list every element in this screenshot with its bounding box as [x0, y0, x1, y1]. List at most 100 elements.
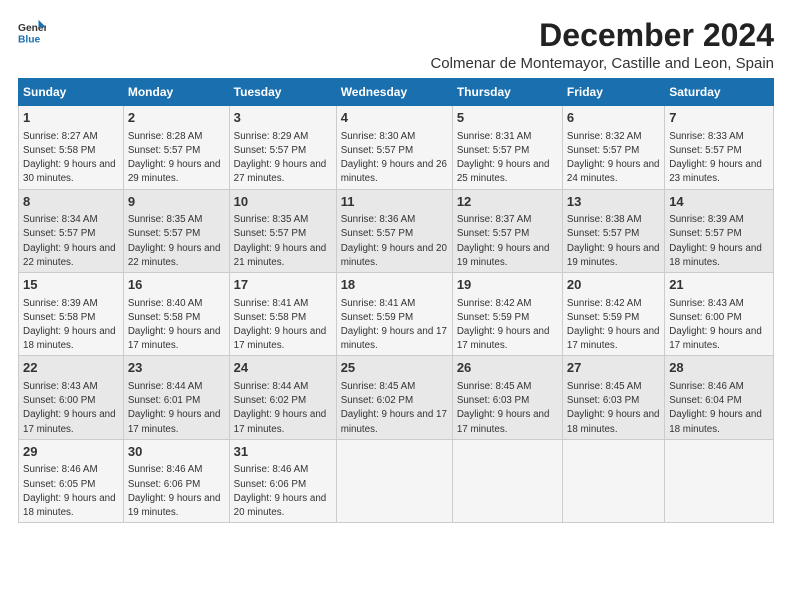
day-number: 7	[669, 109, 769, 127]
sunset-info: Sunset: 6:03 PM	[567, 395, 639, 406]
sunrise-info: Sunrise: 8:45 AM	[567, 381, 642, 392]
sunset-info: Sunset: 5:57 PM	[567, 145, 639, 156]
sunrise-info: Sunrise: 8:41 AM	[341, 298, 416, 309]
table-row: 23 Sunrise: 8:44 AM Sunset: 6:01 PM Dayl…	[123, 356, 229, 439]
svg-text:Blue: Blue	[18, 34, 41, 45]
sunrise-info: Sunrise: 8:46 AM	[128, 464, 203, 475]
day-number: 1	[23, 109, 119, 127]
table-row: 16 Sunrise: 8:40 AM Sunset: 5:58 PM Dayl…	[123, 273, 229, 356]
daylight-info: Daylight: 9 hours and 17 minutes.	[457, 409, 550, 434]
day-number: 5	[457, 109, 558, 127]
calendar-table: Sunday Monday Tuesday Wednesday Thursday…	[18, 78, 774, 523]
table-row: 27 Sunrise: 8:45 AM Sunset: 6:03 PM Dayl…	[562, 356, 664, 439]
sunrise-info: Sunrise: 8:27 AM	[23, 131, 98, 142]
header-section: General Blue December 2024 Colmenar de M…	[18, 18, 774, 72]
sunset-info: Sunset: 5:57 PM	[669, 228, 741, 239]
main-title: December 2024	[430, 18, 774, 53]
table-row: 12 Sunrise: 8:37 AM Sunset: 5:57 PM Dayl…	[452, 189, 562, 272]
week-row-2: 8 Sunrise: 8:34 AM Sunset: 5:57 PM Dayli…	[19, 189, 774, 272]
sunset-info: Sunset: 5:58 PM	[234, 312, 306, 323]
sunrise-info: Sunrise: 8:34 AM	[23, 214, 98, 225]
day-number: 19	[457, 276, 558, 294]
subtitle: Colmenar de Montemayor, Castille and Leo…	[430, 55, 774, 72]
daylight-info: Daylight: 9 hours and 23 minutes.	[669, 159, 762, 184]
sunrise-info: Sunrise: 8:35 AM	[128, 214, 203, 225]
daylight-info: Daylight: 9 hours and 20 minutes.	[234, 493, 327, 518]
sunset-info: Sunset: 6:06 PM	[128, 479, 200, 490]
page: General Blue December 2024 Colmenar de M…	[0, 0, 792, 533]
sunset-info: Sunset: 5:59 PM	[457, 312, 529, 323]
daylight-info: Daylight: 9 hours and 17 minutes.	[457, 326, 550, 351]
sunrise-info: Sunrise: 8:45 AM	[341, 381, 416, 392]
table-row: 24 Sunrise: 8:44 AM Sunset: 6:02 PM Dayl…	[229, 356, 336, 439]
day-number: 4	[341, 109, 448, 127]
daylight-info: Daylight: 9 hours and 27 minutes.	[234, 159, 327, 184]
day-number: 16	[128, 276, 225, 294]
sunrise-info: Sunrise: 8:39 AM	[669, 214, 744, 225]
daylight-info: Daylight: 9 hours and 17 minutes.	[234, 409, 327, 434]
day-number: 18	[341, 276, 448, 294]
table-row: 20 Sunrise: 8:42 AM Sunset: 5:59 PM Dayl…	[562, 273, 664, 356]
sunrise-info: Sunrise: 8:46 AM	[23, 464, 98, 475]
table-row: 3 Sunrise: 8:29 AM Sunset: 5:57 PM Dayli…	[229, 106, 336, 189]
day-number: 11	[341, 193, 448, 211]
col-sunday: Sunday	[19, 79, 124, 106]
sunrise-info: Sunrise: 8:46 AM	[669, 381, 744, 392]
day-number: 29	[23, 443, 119, 461]
sunset-info: Sunset: 6:00 PM	[23, 395, 95, 406]
sunrise-info: Sunrise: 8:28 AM	[128, 131, 203, 142]
daylight-info: Daylight: 9 hours and 17 minutes.	[341, 326, 447, 351]
col-friday: Friday	[562, 79, 664, 106]
sunset-info: Sunset: 5:58 PM	[23, 312, 95, 323]
daylight-info: Daylight: 9 hours and 29 minutes.	[128, 159, 221, 184]
table-row: 6 Sunrise: 8:32 AM Sunset: 5:57 PM Dayli…	[562, 106, 664, 189]
daylight-info: Daylight: 9 hours and 17 minutes.	[341, 409, 447, 434]
daylight-info: Daylight: 9 hours and 17 minutes.	[128, 326, 221, 351]
table-row: 29 Sunrise: 8:46 AM Sunset: 6:05 PM Dayl…	[19, 439, 124, 522]
table-row: 19 Sunrise: 8:42 AM Sunset: 5:59 PM Dayl…	[452, 273, 562, 356]
sunrise-info: Sunrise: 8:35 AM	[234, 214, 309, 225]
day-number: 2	[128, 109, 225, 127]
daylight-info: Daylight: 9 hours and 25 minutes.	[457, 159, 550, 184]
daylight-info: Daylight: 9 hours and 22 minutes.	[128, 243, 221, 268]
daylight-info: Daylight: 9 hours and 21 minutes.	[234, 243, 327, 268]
daylight-info: Daylight: 9 hours and 18 minutes.	[669, 243, 762, 268]
week-row-5: 29 Sunrise: 8:46 AM Sunset: 6:05 PM Dayl…	[19, 439, 774, 522]
day-number: 24	[234, 359, 332, 377]
day-number: 22	[23, 359, 119, 377]
daylight-info: Daylight: 9 hours and 17 minutes.	[128, 409, 221, 434]
sunrise-info: Sunrise: 8:39 AM	[23, 298, 98, 309]
sunrise-info: Sunrise: 8:36 AM	[341, 214, 416, 225]
table-row	[452, 439, 562, 522]
sunrise-info: Sunrise: 8:37 AM	[457, 214, 532, 225]
col-tuesday: Tuesday	[229, 79, 336, 106]
table-row: 7 Sunrise: 8:33 AM Sunset: 5:57 PM Dayli…	[665, 106, 774, 189]
sunrise-info: Sunrise: 8:40 AM	[128, 298, 203, 309]
sunrise-info: Sunrise: 8:32 AM	[567, 131, 642, 142]
day-number: 10	[234, 193, 332, 211]
table-row: 4 Sunrise: 8:30 AM Sunset: 5:57 PM Dayli…	[336, 106, 452, 189]
daylight-info: Daylight: 9 hours and 17 minutes.	[567, 326, 660, 351]
table-row: 26 Sunrise: 8:45 AM Sunset: 6:03 PM Dayl…	[452, 356, 562, 439]
day-number: 17	[234, 276, 332, 294]
sunset-info: Sunset: 6:06 PM	[234, 479, 306, 490]
table-row: 11 Sunrise: 8:36 AM Sunset: 5:57 PM Dayl…	[336, 189, 452, 272]
daylight-info: Daylight: 9 hours and 20 minutes.	[341, 243, 447, 268]
daylight-info: Daylight: 9 hours and 17 minutes.	[234, 326, 327, 351]
sunset-info: Sunset: 6:02 PM	[234, 395, 306, 406]
daylight-info: Daylight: 9 hours and 19 minutes.	[567, 243, 660, 268]
sunset-info: Sunset: 6:02 PM	[341, 395, 413, 406]
table-row: 17 Sunrise: 8:41 AM Sunset: 5:58 PM Dayl…	[229, 273, 336, 356]
table-row: 2 Sunrise: 8:28 AM Sunset: 5:57 PM Dayli…	[123, 106, 229, 189]
week-row-3: 15 Sunrise: 8:39 AM Sunset: 5:58 PM Dayl…	[19, 273, 774, 356]
day-number: 14	[669, 193, 769, 211]
sunrise-info: Sunrise: 8:38 AM	[567, 214, 642, 225]
table-row: 5 Sunrise: 8:31 AM Sunset: 5:57 PM Dayli…	[452, 106, 562, 189]
day-number: 20	[567, 276, 660, 294]
table-row: 14 Sunrise: 8:39 AM Sunset: 5:57 PM Dayl…	[665, 189, 774, 272]
sunrise-info: Sunrise: 8:46 AM	[234, 464, 309, 475]
daylight-info: Daylight: 9 hours and 17 minutes.	[23, 409, 116, 434]
sunset-info: Sunset: 5:58 PM	[128, 312, 200, 323]
daylight-info: Daylight: 9 hours and 30 minutes.	[23, 159, 116, 184]
week-row-4: 22 Sunrise: 8:43 AM Sunset: 6:00 PM Dayl…	[19, 356, 774, 439]
